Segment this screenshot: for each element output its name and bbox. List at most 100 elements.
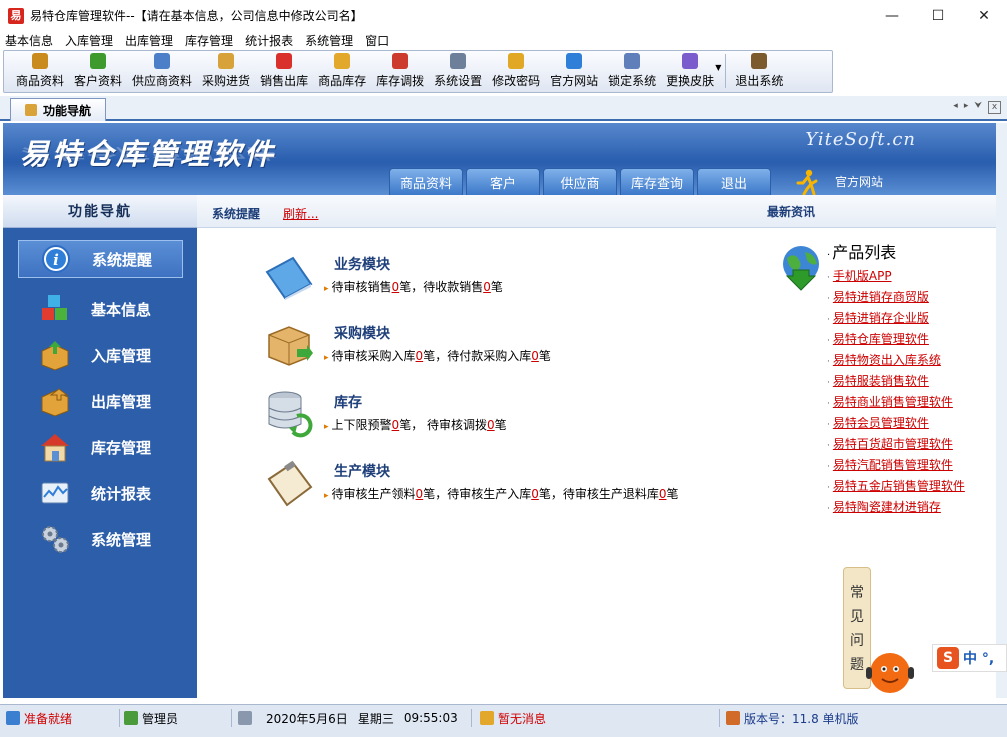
menu-window[interactable]: 窗口 bbox=[360, 32, 396, 49]
summary-text: 笔，待审核生产退料库 bbox=[538, 487, 659, 501]
bullet-arrow-icon: ▸ bbox=[324, 422, 329, 432]
status-messages[interactable]: 暂无消息 bbox=[480, 709, 720, 727]
menu-basic-info[interactable]: 基本信息 bbox=[0, 32, 60, 49]
product-link[interactable]: 易特服装销售软件 bbox=[833, 374, 929, 388]
toolbar-goods-button[interactable]: 商品资料 bbox=[11, 52, 69, 92]
maximize-button[interactable]: ☐ bbox=[915, 0, 961, 31]
tab-prev-icon[interactable]: ◂ bbox=[953, 101, 958, 114]
outbound-box-icon bbox=[39, 385, 71, 417]
toolbar-suppliers-button[interactable]: 供应商资料 bbox=[127, 52, 197, 92]
product-link[interactable]: 易特进销存企业版 bbox=[833, 311, 929, 325]
menu-outbound[interactable]: 出库管理 bbox=[120, 32, 180, 49]
pending-count-link[interactable]: 0 bbox=[487, 418, 495, 432]
ime-mode[interactable]: 中 °, bbox=[963, 648, 994, 668]
nav-item-label: 库存管理 bbox=[91, 438, 152, 457]
minimize-button[interactable]: — bbox=[869, 0, 915, 31]
tab-next-icon[interactable]: ▸ bbox=[964, 101, 969, 114]
nav-tab-stock-query[interactable]: 库存查询 bbox=[620, 168, 694, 195]
toolbar-label: 库存调拨 bbox=[376, 74, 425, 88]
product-link[interactable]: 易特百货超市管理软件 bbox=[833, 437, 953, 451]
refresh-link[interactable]: 刷新... bbox=[283, 205, 318, 222]
nav-item-outbound-box[interactable]: 出库管理 bbox=[3, 378, 197, 424]
sales-icon bbox=[276, 53, 293, 69]
settings-icon bbox=[450, 53, 467, 69]
module-summary: ▸ 待审核生产领料0笔，待审核生产入库0笔，待审核生产退料库0笔 bbox=[324, 485, 679, 502]
tab-list-icon[interactable]: ⮟ bbox=[974, 101, 982, 114]
nav-item-cubes[interactable]: 基本信息 bbox=[3, 286, 197, 332]
skin-dropdown-icon[interactable]: ▼ bbox=[715, 63, 721, 72]
product-link[interactable]: 易特五金店销售管理软件 bbox=[833, 479, 965, 493]
toolbar-ie-button[interactable]: 官方网站 bbox=[545, 52, 603, 92]
product-link[interactable]: 易特物资出入库系统 bbox=[833, 353, 941, 367]
toolbar-transfer-button[interactable]: 库存调拨 bbox=[371, 52, 429, 92]
pending-count-link[interactable]: 0 bbox=[659, 487, 667, 501]
nav-item-label: 基本信息 bbox=[91, 300, 152, 319]
close-button[interactable]: ✕ bbox=[961, 0, 1007, 31]
tab-close-icon[interactable]: x bbox=[988, 101, 1001, 114]
exit-icon bbox=[751, 53, 768, 69]
product-list-item: · 易特五金店销售管理软件 bbox=[827, 477, 965, 498]
summary-text: 待审核销售 bbox=[331, 280, 392, 294]
nav-item-gears[interactable]: 系统管理 bbox=[3, 516, 197, 562]
nav-item-label: 入库管理 bbox=[91, 346, 152, 365]
product-link[interactable]: 易特陶瓷建材进销存 bbox=[833, 500, 941, 514]
toolbar-stock-button[interactable]: 商品库存 bbox=[313, 52, 371, 92]
nav-tab-suppliers[interactable]: 供应商 bbox=[543, 168, 617, 195]
toolbar-lock-button[interactable]: 锁定系统 bbox=[603, 52, 661, 92]
module-block: 库存 ▸ 上下限预警0笔， 待审核调拨0笔 bbox=[263, 388, 703, 448]
pending-count-link[interactable]: 0 bbox=[531, 349, 539, 363]
official-site-link[interactable]: 官方网站 bbox=[795, 168, 883, 195]
product-link[interactable]: 易特仓库管理软件 bbox=[833, 332, 929, 346]
nav-tab-goods[interactable]: 商品资料 bbox=[389, 168, 463, 195]
toolbar-exit-button[interactable]: 退出系统 bbox=[730, 52, 788, 92]
bullet-dot-icon: · bbox=[827, 504, 830, 514]
toolbar-skin-button[interactable]: 更换皮肤 bbox=[661, 52, 719, 92]
toolbar-key-button[interactable]: 修改密码 bbox=[487, 52, 545, 92]
toolbar-label: 锁定系统 bbox=[608, 74, 657, 88]
sogou-icon: S bbox=[937, 647, 959, 669]
tab-strip: 功能导航 ◂ ▸ ⮟ x bbox=[0, 96, 1007, 121]
nav-item-label: 出库管理 bbox=[91, 392, 152, 411]
purchase-icon bbox=[218, 53, 235, 69]
toolbar-label: 官方网站 bbox=[550, 74, 599, 88]
pending-count-link[interactable]: 0 bbox=[531, 487, 539, 501]
product-link[interactable]: 手机版APP bbox=[833, 269, 892, 283]
nav-item-info[interactable]: i 系统提醒 bbox=[18, 240, 183, 278]
module-title[interactable]: 业务模块 bbox=[334, 254, 390, 274]
menu-system[interactable]: 系统管理 bbox=[300, 32, 360, 49]
module-title[interactable]: 采购模块 bbox=[334, 323, 390, 343]
site-logo-text: YiteSoft.cn bbox=[805, 129, 916, 150]
nav-tab-exit[interactable]: 退出 bbox=[697, 168, 771, 195]
status-ready: 准备就绪 bbox=[6, 709, 120, 727]
product-link[interactable]: 易特商业销售管理软件 bbox=[833, 395, 953, 409]
menu-inbound[interactable]: 入库管理 bbox=[60, 32, 120, 49]
bullet-dot-icon: · bbox=[827, 399, 830, 409]
tab-function-nav[interactable]: 功能导航 bbox=[10, 98, 106, 121]
toolbar-customers-button[interactable]: 客户资料 bbox=[69, 52, 127, 92]
menu-inventory[interactable]: 库存管理 bbox=[180, 32, 240, 49]
module-title[interactable]: 库存 bbox=[334, 392, 362, 412]
toolbar-settings-button[interactable]: 系统设置 bbox=[429, 52, 487, 92]
nav-item-inbound-box[interactable]: 入库管理 bbox=[3, 332, 197, 378]
product-link[interactable]: 易特进销存商贸版 bbox=[833, 290, 929, 304]
bullet-arrow-icon: ▸ bbox=[324, 353, 329, 363]
toolbar-sales-button[interactable]: 销售出库 bbox=[255, 52, 313, 92]
menu-reports[interactable]: 统计报表 bbox=[240, 32, 300, 49]
nav-tab-customers[interactable]: 客户 bbox=[466, 168, 540, 195]
summary-text: 笔，待审核生产入库 bbox=[423, 487, 532, 501]
ime-toolbar[interactable]: S 中 °, bbox=[932, 644, 1007, 672]
report-chart-icon bbox=[39, 477, 71, 509]
bullet-dot-icon: · bbox=[827, 294, 830, 304]
toolbar-label: 系统设置 bbox=[434, 74, 483, 88]
pending-count-link[interactable]: 0 bbox=[483, 280, 491, 294]
product-link[interactable]: 易特会员管理软件 bbox=[833, 416, 929, 430]
status-version: 版本号：11.8 单机版 bbox=[726, 709, 996, 727]
nav-item-warehouse-house[interactable]: 库存管理 bbox=[3, 424, 197, 470]
product-link[interactable]: 易特汽配销售管理软件 bbox=[833, 458, 953, 472]
nav-item-report-chart[interactable]: 统计报表 bbox=[3, 470, 197, 516]
status-ready-text: 准备就绪 bbox=[24, 711, 73, 726]
toolbar-purchase-button[interactable]: 采购进货 bbox=[197, 52, 255, 92]
module-title[interactable]: 生产模块 bbox=[334, 461, 390, 481]
reminder-label: 系统提醒 bbox=[212, 207, 261, 221]
module-summary: ▸ 待审核销售0笔，待收款销售0笔 bbox=[324, 278, 503, 295]
